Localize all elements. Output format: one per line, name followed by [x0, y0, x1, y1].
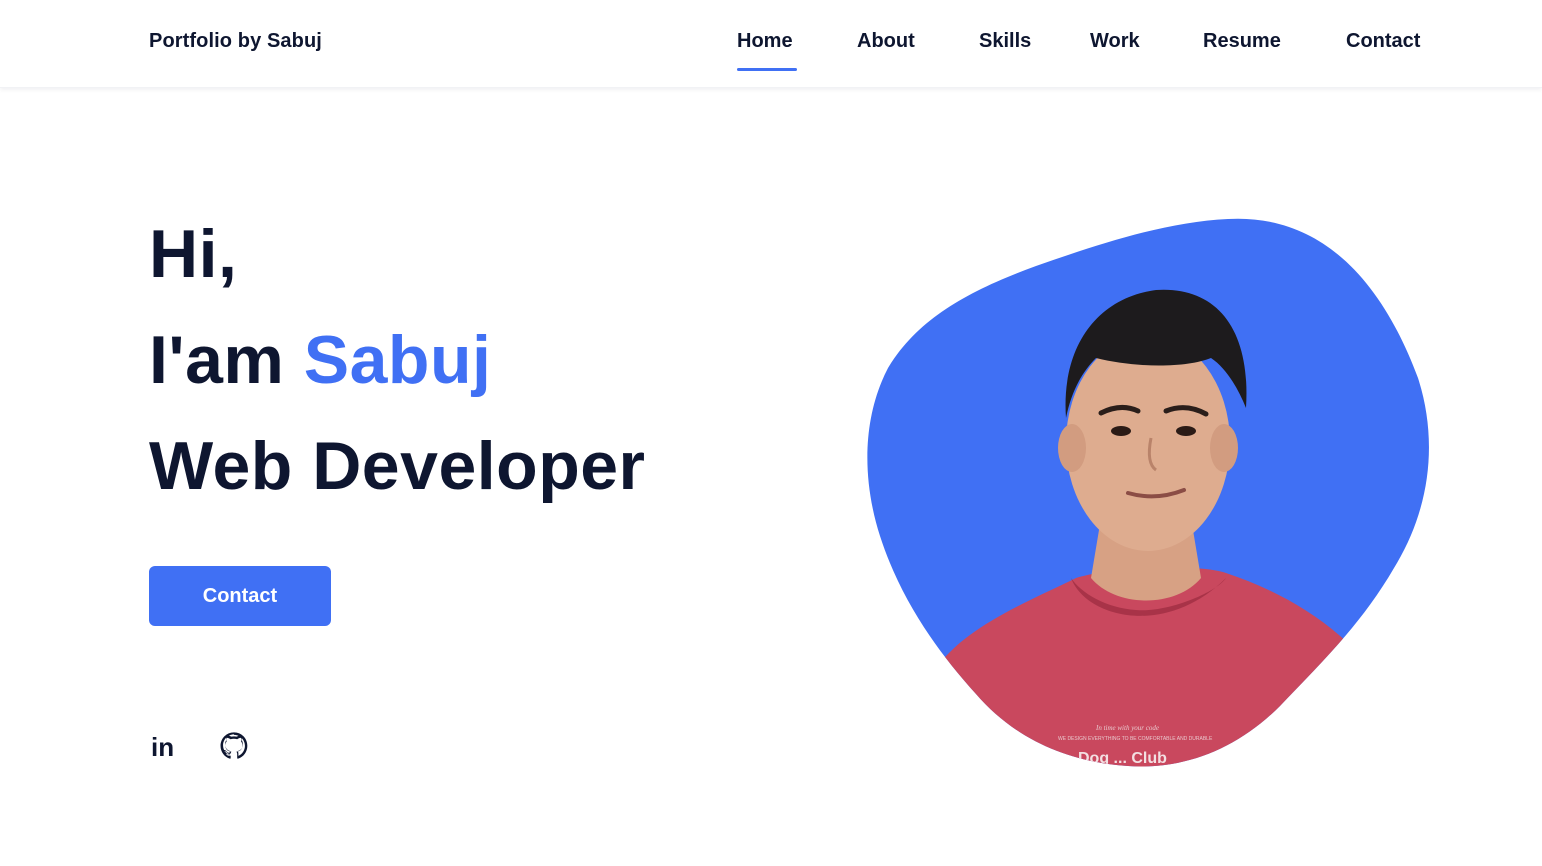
nav-resume[interactable]: Resume: [1203, 30, 1281, 53]
hero-greeting: Hi,: [149, 216, 238, 292]
left-ear: [1058, 424, 1086, 472]
profile-blob: In time with your code WE DESIGN EVERYTH…: [867, 218, 1429, 767]
nav-active-indicator: [737, 68, 797, 71]
linkedin-link[interactable]: in: [149, 730, 181, 762]
github-link[interactable]: [218, 730, 250, 762]
hero-intro: I'am Sabuj: [149, 326, 491, 394]
contact-button[interactable]: Contact: [149, 566, 331, 626]
shirt-print-line-3: Dog ... Club: [1078, 750, 1167, 767]
svg-text:in: in: [151, 732, 174, 762]
main-nav: Home About Skills Work Resume Contact: [0, 30, 1542, 80]
github-icon: [220, 732, 248, 759]
shirt-print-line-1: In time with your code: [1095, 724, 1159, 732]
site-header: Portfolio by Sabuj Home About Skills Wor…: [0, 0, 1542, 88]
hero-role: Web Developer: [149, 428, 646, 504]
nav-skills[interactable]: Skills: [979, 30, 1031, 53]
linkedin-icon: in: [151, 732, 174, 762]
nav-about[interactable]: About: [857, 30, 915, 53]
nav-home[interactable]: Home: [737, 30, 793, 53]
nav-contact[interactable]: Contact: [1346, 30, 1420, 53]
hero-intro-prefix: I'am: [149, 322, 304, 398]
hero-name: Sabuj: [303, 322, 492, 398]
face-shape: [1066, 335, 1230, 551]
profile-image: In time with your code WE DESIGN EVERYTH…: [866, 218, 1430, 770]
right-ear: [1210, 424, 1238, 472]
nav-work[interactable]: Work: [1090, 30, 1140, 53]
shirt-print-line-2: WE DESIGN EVERYTHING TO BE COMFORTABLE A…: [1058, 736, 1213, 742]
